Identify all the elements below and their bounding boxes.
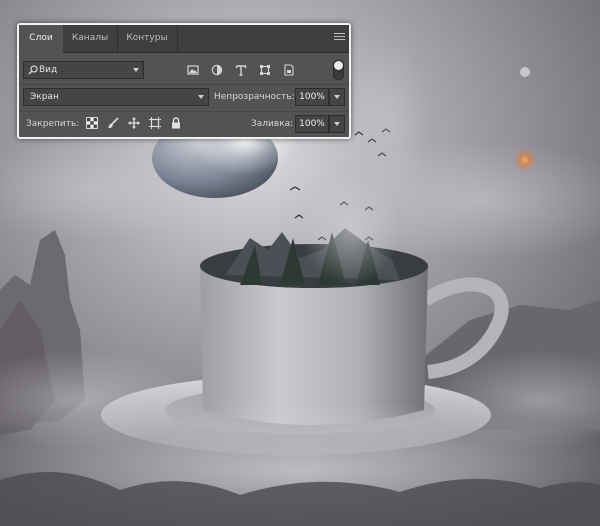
opacity-input[interactable]: 100% xyxy=(295,88,329,106)
lock-image-pixels-icon[interactable] xyxy=(107,117,119,129)
smart-object-filter-icon[interactable] xyxy=(283,64,295,76)
opacity-label: Непрозрачность: xyxy=(214,92,295,102)
pixel-layer-filter-icon[interactable] xyxy=(187,64,199,76)
toggle-knob xyxy=(334,61,343,70)
blend-mode-value: Экран xyxy=(30,92,59,102)
blend-mode-dropdown[interactable]: Экран xyxy=(23,88,209,106)
panel-menu-icon[interactable] xyxy=(334,33,345,42)
filter-kind-label: Вид xyxy=(39,65,58,75)
filter-toggle-switch[interactable] xyxy=(333,60,344,80)
blend-row: Экран Непрозрачность: 100% xyxy=(19,84,349,109)
opacity-slider-button[interactable] xyxy=(329,88,345,106)
tab-layers[interactable]: Слои xyxy=(19,25,63,53)
chevron-down-icon xyxy=(334,122,340,126)
fill-input[interactable]: 100% xyxy=(295,115,329,133)
search-icon xyxy=(28,65,38,75)
chevron-down-icon xyxy=(334,95,340,99)
tab-paths[interactable]: Контуры xyxy=(117,25,178,52)
adjustment-layer-filter-icon[interactable] xyxy=(211,64,223,76)
filter-kind-dropdown[interactable]: Вид xyxy=(23,61,144,79)
lock-label: Закрепить: xyxy=(26,119,80,129)
tab-channels[interactable]: Каналы xyxy=(63,25,118,52)
layers-panel: Слои Каналы Контуры Вид Экран Непрозрачн… xyxy=(17,23,351,139)
chevron-down-icon xyxy=(133,68,139,72)
lock-artboard-icon[interactable] xyxy=(149,117,161,129)
lock-transparent-pixels-icon[interactable] xyxy=(86,117,98,129)
lock-position-icon[interactable] xyxy=(128,117,140,129)
panel-tab-bar: Слои Каналы Контуры xyxy=(19,25,349,53)
fill-label: Заливка: xyxy=(251,119,294,129)
fill-slider-button[interactable] xyxy=(329,115,345,133)
lock-all-icon[interactable] xyxy=(170,117,182,129)
shape-layer-filter-icon[interactable] xyxy=(259,64,271,76)
layer-filter-row: Вид xyxy=(19,57,349,81)
type-layer-filter-icon[interactable] xyxy=(235,64,247,76)
chevron-down-icon xyxy=(198,95,204,99)
lock-row: Закрепить: Заливка: 100% xyxy=(19,111,349,136)
